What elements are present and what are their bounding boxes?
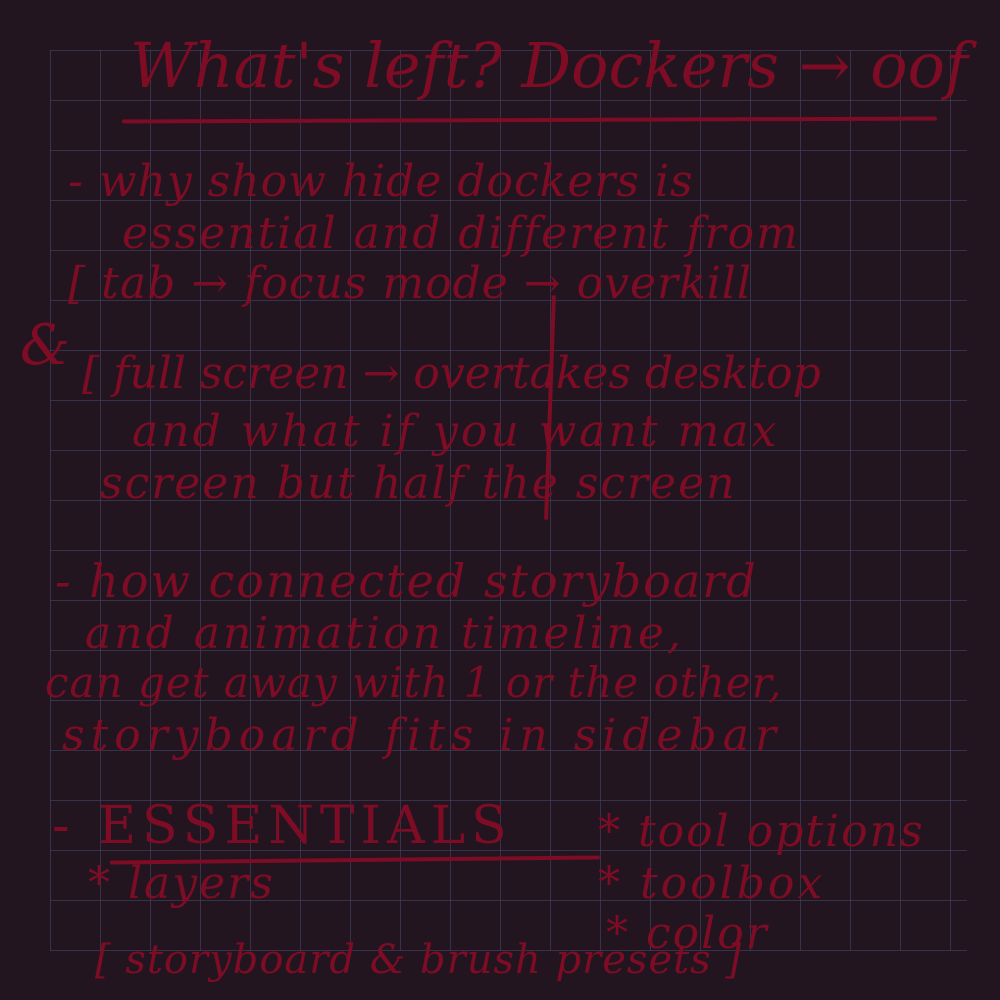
note-line-7: - how connected storyboard xyxy=(55,554,758,608)
essential-item-layers: * layers xyxy=(88,858,275,909)
margin-right xyxy=(967,0,1000,1000)
note-title: What's left? Dockers → oof xyxy=(130,29,968,102)
note-line-1: - why show hide dockers is xyxy=(68,156,694,207)
note-line-5: and what if you want max xyxy=(132,406,780,457)
note-line-8: and animation timeline, xyxy=(85,608,684,659)
title-underline xyxy=(121,116,938,124)
essential-item-storyboard-brush: [ storyboard & brush presets ] xyxy=(95,937,743,983)
note-line-4: [ full screen → overtakes desktop xyxy=(82,348,821,399)
note-ampersand: & xyxy=(20,313,71,378)
essential-item-toolbox: * toolbox xyxy=(598,858,826,909)
essential-item-tool-options: * tool options xyxy=(598,806,925,857)
note-line-3: [ tab → focus mode → overkill xyxy=(68,258,752,309)
note-line-2: essential and different from xyxy=(122,208,800,259)
note-line-9: can get away with 1 or the other, xyxy=(45,658,783,707)
note-line-6: screen but half the screen xyxy=(100,458,737,509)
margin-left xyxy=(0,0,50,1000)
note-line-10: storyboard fits in sidebar xyxy=(62,710,783,761)
note-canvas[interactable]: What's left? Dockers → oof - why show hi… xyxy=(0,0,1000,1000)
essentials-heading: - ESSENTIALS xyxy=(52,796,513,856)
